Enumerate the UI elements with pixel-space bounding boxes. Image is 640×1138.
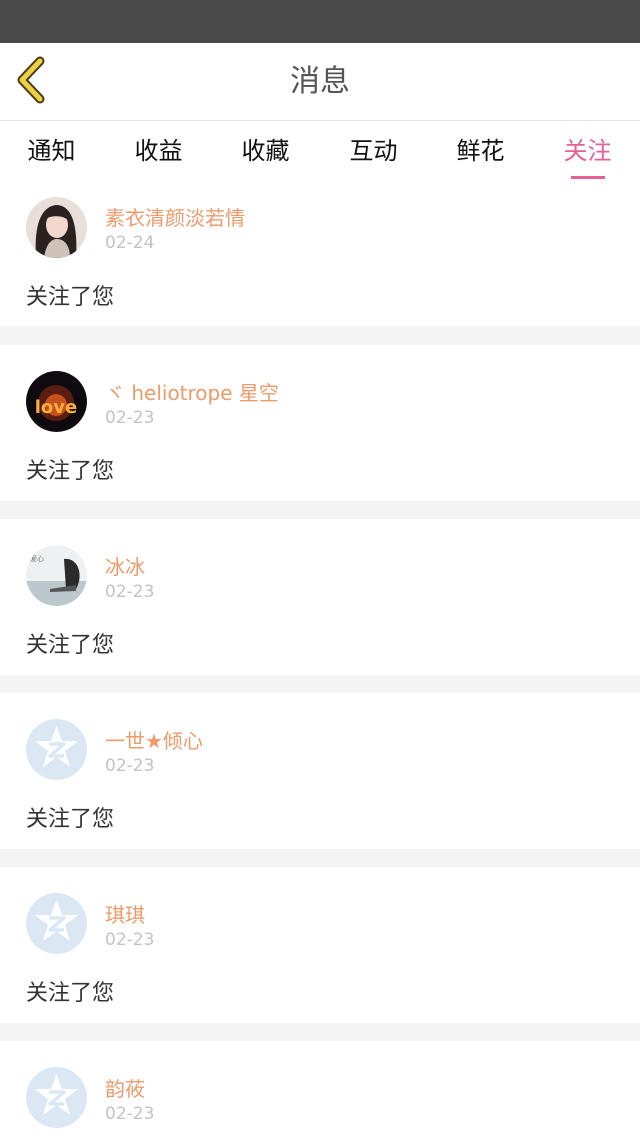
- default-qq-avatar-icon: [26, 1067, 87, 1128]
- username[interactable]: 冰冰: [105, 551, 145, 580]
- tab-flowers[interactable]: 鲜花: [429, 131, 532, 179]
- username[interactable]: 琪琪: [105, 899, 145, 928]
- follow-message: 关注了您: [26, 981, 115, 1006]
- status-bar: [0, 0, 640, 43]
- follow-date: 02-23: [105, 408, 155, 428]
- avatar[interactable]: [26, 197, 87, 258]
- follow-date: 02-23: [105, 582, 155, 602]
- chevron-left-icon: [17, 56, 45, 104]
- tab-favorites[interactable]: 收藏: [214, 131, 317, 179]
- list-item: 韵莜 02-23: [0, 1041, 640, 1138]
- back-button[interactable]: [12, 55, 56, 107]
- avatar[interactable]: [26, 1067, 87, 1128]
- follow-message: 关注了您: [26, 459, 115, 484]
- username[interactable]: 一世★倾心: [105, 725, 203, 754]
- love-fire-avatar-icon: love: [26, 371, 87, 432]
- seaside-photo-avatar-icon: 爱心: [26, 545, 87, 606]
- follow-message: 关注了您: [26, 285, 115, 310]
- page-title: 消息: [290, 64, 350, 99]
- tab-bar: 通知 收益 收藏 互动 鲜花 关注: [0, 121, 640, 179]
- list-item: 一世★倾心 02-23 关注了您: [0, 693, 640, 849]
- list-item: love ヾ heliotrope 星空 02-23 关注了您: [0, 345, 640, 501]
- list-item: 琪琪 02-23 关注了您: [0, 867, 640, 1023]
- nav-bar: 消息: [0, 43, 640, 121]
- follow-message: 关注了您: [26, 633, 115, 658]
- list-item: 素衣清颜淡若情 02-24 关注了您: [0, 179, 640, 326]
- avatar[interactable]: [26, 719, 87, 780]
- tab-interactions[interactable]: 互动: [322, 131, 425, 179]
- default-qq-avatar-icon: [26, 719, 87, 780]
- tab-notifications[interactable]: 通知: [0, 131, 103, 179]
- avatar[interactable]: love: [26, 371, 87, 432]
- list-item: 爱心 冰冰 02-23 关注了您: [0, 519, 640, 675]
- follow-message: 关注了您: [26, 807, 115, 832]
- follow-date: 02-23: [105, 930, 155, 950]
- avatar[interactable]: [26, 893, 87, 954]
- avatar[interactable]: 爱心: [26, 545, 87, 606]
- default-qq-avatar-icon: [26, 893, 87, 954]
- tab-follows[interactable]: 关注: [536, 131, 639, 179]
- follow-date: 02-23: [105, 756, 155, 776]
- tab-earnings[interactable]: 收益: [107, 131, 210, 179]
- svg-text:love: love: [35, 397, 77, 418]
- username[interactable]: 素衣清颜淡若情: [105, 202, 245, 231]
- follow-date: 02-23: [105, 1104, 155, 1124]
- girl-photo-avatar-icon: [26, 197, 87, 258]
- svg-text:爱心: 爱心: [30, 555, 44, 563]
- username[interactable]: 韵莜: [105, 1073, 145, 1102]
- username[interactable]: ヾ heliotrope 星空: [105, 377, 279, 406]
- follow-date: 02-24: [105, 233, 155, 253]
